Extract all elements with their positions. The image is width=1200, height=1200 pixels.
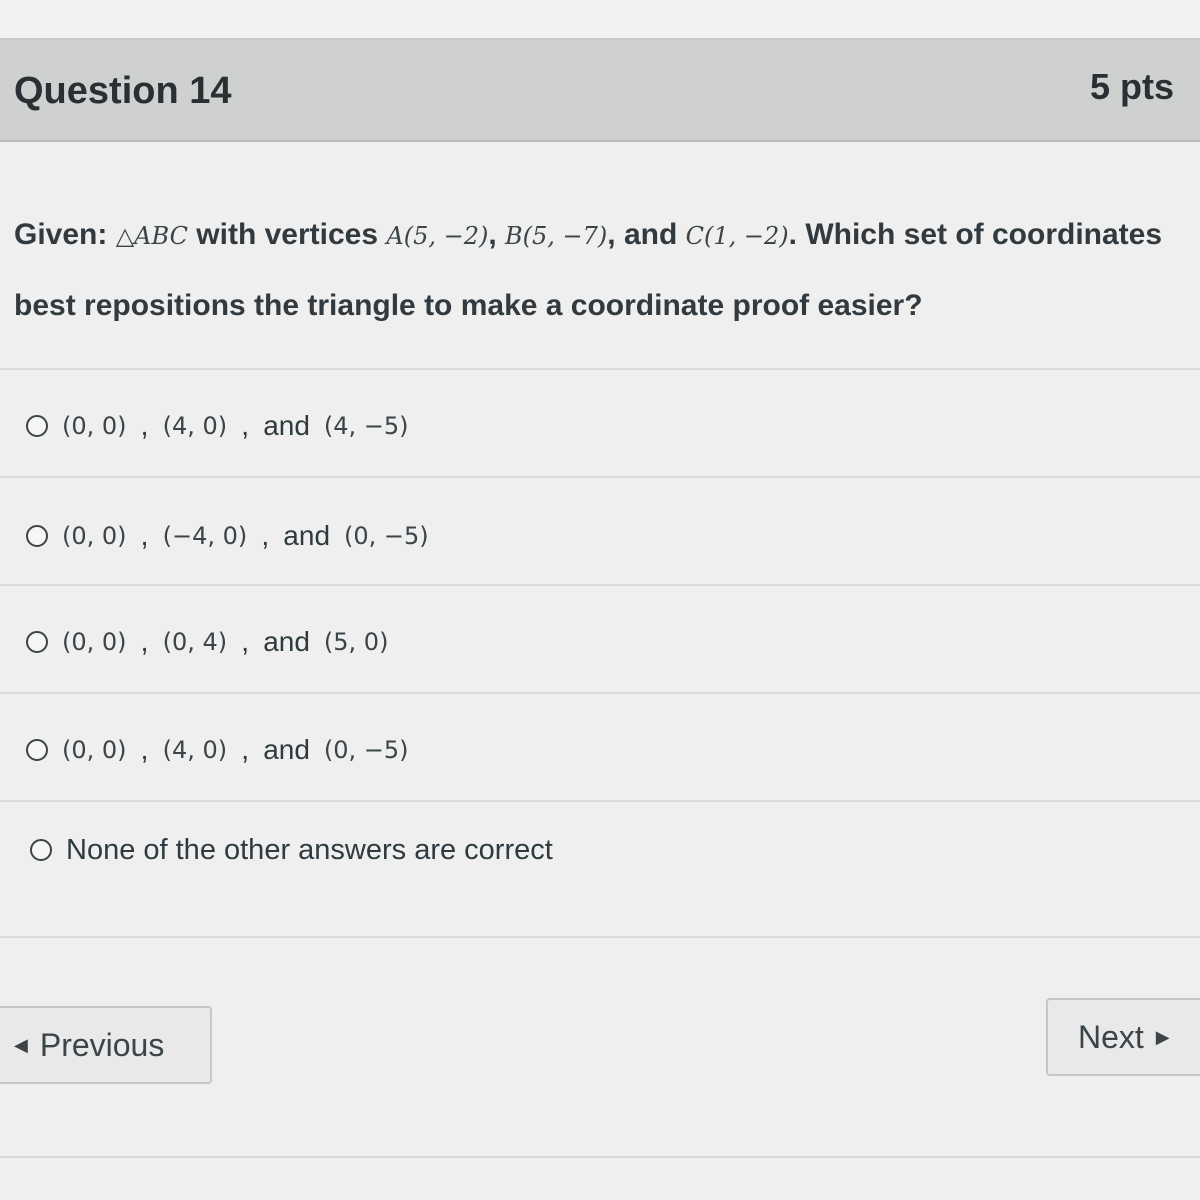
answer-5-label: None of the other answers are correct	[66, 833, 553, 866]
answer-3-and: and	[263, 626, 310, 657]
divider	[0, 1156, 1200, 1158]
vertex-a: A(5, −2)	[386, 222, 489, 250]
with-vertices-text: with vertices	[196, 218, 379, 251]
previous-label: Previous	[39, 1026, 165, 1063]
answer-option-4[interactable]: (0, 0), (4, 0), and (0, −5)	[26, 720, 409, 780]
answer-2-point-3: (0, −5)	[344, 522, 429, 550]
question-title: Question 14	[14, 70, 232, 112]
divider	[0, 936, 1200, 938]
answer-option-3[interactable]: (0, 0), (0, 4), and (5, 0)	[26, 612, 388, 672]
divider	[0, 476, 1200, 478]
answer-4-point-3: (0, −5)	[323, 736, 409, 764]
question-header: Question 14 5 pts	[0, 40, 1200, 142]
answer-1-point-1: (0, 0)	[62, 412, 127, 440]
caret-right-icon: ▶	[1155, 1026, 1170, 1047]
vertex-c: C(1, −2)	[685, 222, 789, 250]
divider	[0, 368, 1200, 370]
radio-unselected-icon[interactable]	[26, 415, 48, 437]
answer-2-point-1: (0, 0)	[62, 522, 127, 550]
next-button[interactable]: Next ▶	[1046, 998, 1200, 1076]
answer-option-2[interactable]: (0, 0), (−4, 0), and (0, −5)	[26, 506, 429, 566]
answer-1-point-3: (4, −5)	[323, 412, 409, 440]
and-text: and	[623, 218, 678, 251]
radio-unselected-icon[interactable]	[26, 525, 48, 547]
answer-4-and: and	[263, 734, 310, 765]
answer-2-and: and	[283, 520, 331, 551]
answer-3-point-1: (0, 0)	[62, 628, 127, 656]
answer-option-1[interactable]: (0, 0), (4, 0), and (4, −5)	[26, 396, 409, 456]
divider	[0, 800, 1200, 802]
given-label: Given:	[14, 218, 108, 251]
answer-1-point-2: (4, 0)	[162, 412, 228, 440]
answer-option-5[interactable]: None of the other answers are correct	[30, 820, 553, 880]
divider	[0, 584, 1200, 586]
answer-4-point-1: (0, 0)	[62, 736, 127, 764]
answer-3-point-3: (5, 0)	[323, 628, 389, 656]
question-points: 5 pts	[1089, 66, 1174, 107]
caret-left-icon: ◀	[14, 1034, 28, 1055]
radio-unselected-icon[interactable]	[26, 631, 48, 653]
answer-3-point-2: (0, 4)	[162, 628, 228, 656]
question-text: Given: △ABC with vertices A(5, −2), B(5,…	[14, 218, 1163, 322]
triangle-label: △ABC	[115, 222, 188, 250]
radio-unselected-icon[interactable]	[30, 839, 52, 861]
answer-4-point-2: (4, 0)	[162, 736, 228, 764]
previous-button[interactable]: ◀ Previous	[0, 1006, 212, 1084]
vertex-b: B(5, −7)	[505, 222, 608, 250]
next-label: Next	[1078, 1018, 1144, 1055]
top-strip	[0, 0, 1200, 40]
radio-unselected-icon[interactable]	[26, 739, 48, 761]
answer-1-and: and	[263, 410, 310, 441]
answer-2-point-2: (−4, 0)	[162, 522, 248, 550]
divider	[0, 692, 1200, 694]
